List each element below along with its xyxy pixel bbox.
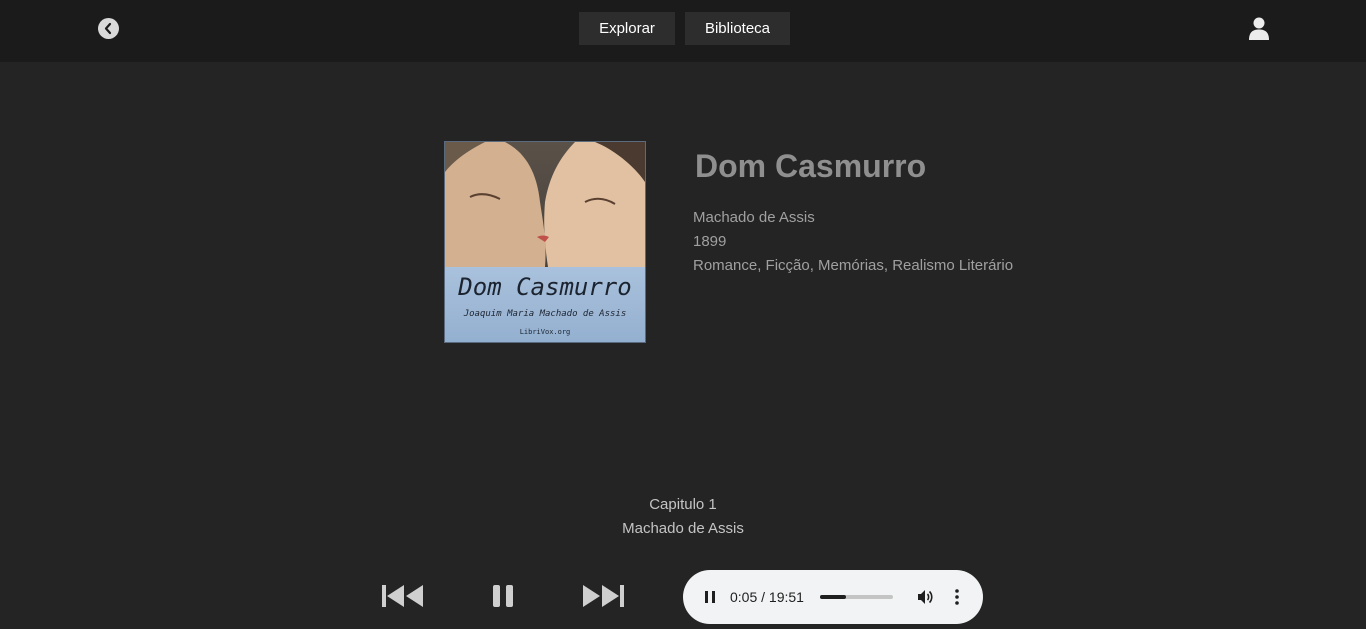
- chevron-left-icon: [104, 22, 112, 35]
- audio-time-display: 0:05 / 19:51: [730, 589, 804, 605]
- skip-previous-icon: [382, 585, 423, 607]
- book-author: Machado de Assis: [693, 209, 815, 226]
- book-cover: Dom Casmurro Joaquim Maria Machado de As…: [445, 142, 645, 342]
- cover-author-text: Joaquim Maria Machado de Assis: [463, 309, 627, 319]
- next-chapter-button[interactable]: [582, 584, 624, 608]
- audio-pause-button[interactable]: [703, 589, 717, 605]
- audio-options-button[interactable]: [951, 588, 963, 606]
- explore-button[interactable]: Explorar: [579, 12, 675, 45]
- book-year: 1899: [693, 233, 727, 250]
- more-vertical-icon: [955, 589, 959, 605]
- play-pause-button[interactable]: [492, 584, 514, 608]
- pause-icon: [705, 591, 715, 603]
- user-account-button[interactable]: [1248, 17, 1270, 40]
- cover-publisher-text: LibriVox.org: [519, 328, 571, 336]
- volume-icon: [918, 590, 933, 604]
- book-title: Dom Casmurro: [695, 148, 927, 184]
- audio-progress-fill: [820, 595, 846, 599]
- skip-next-icon: [583, 585, 624, 607]
- audio-player: 0:05 / 19:51: [683, 570, 983, 624]
- audio-progress-slider[interactable]: [820, 595, 893, 599]
- pause-icon: [493, 585, 513, 607]
- library-button[interactable]: Biblioteca: [685, 12, 790, 45]
- audio-volume-button[interactable]: [916, 588, 934, 606]
- back-button[interactable]: [98, 18, 119, 39]
- previous-chapter-button[interactable]: [382, 584, 424, 608]
- top-navigation-bar: Explorar Biblioteca: [0, 0, 1366, 62]
- current-chapter-author: Machado de Assis: [622, 520, 744, 537]
- book-genres: Romance, Ficção, Memórias, Realismo Lite…: [693, 257, 1014, 274]
- cover-title-text: Dom Casmurro: [458, 273, 632, 301]
- user-icon: [1249, 17, 1269, 40]
- current-chapter-title: Capitulo 1: [649, 496, 717, 513]
